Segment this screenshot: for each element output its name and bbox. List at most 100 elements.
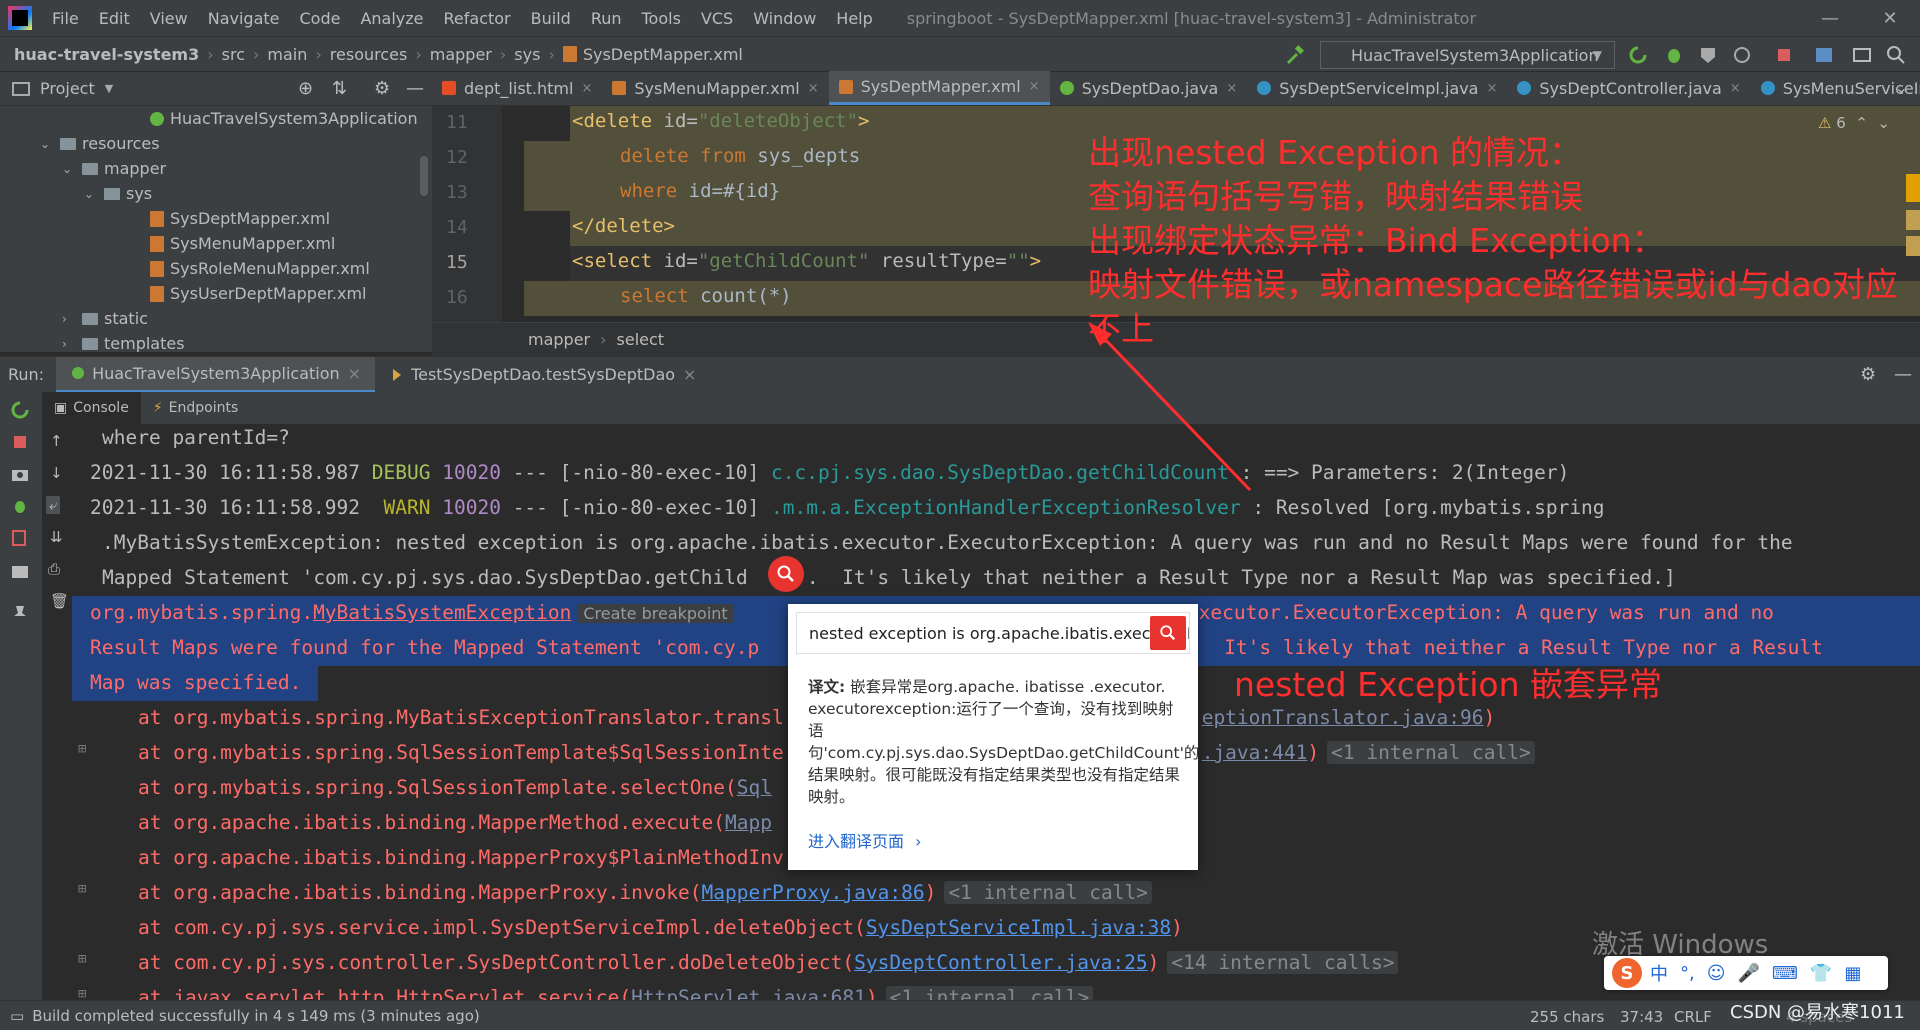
profile-icon[interactable] bbox=[1732, 45, 1752, 65]
console-tab[interactable]: ▣ Console bbox=[42, 392, 141, 424]
menu-tools[interactable]: Tools bbox=[632, 9, 691, 28]
ime-chinese-mode[interactable]: 中 bbox=[1650, 960, 1668, 986]
run-tab-app[interactable]: HuacTravelSystem3Application × bbox=[56, 356, 376, 393]
tree-scrollbar[interactable] bbox=[420, 156, 428, 196]
expand-icon[interactable]: ⊞ bbox=[78, 951, 86, 967]
soft-wrap-icon[interactable]: ⤶ bbox=[46, 496, 61, 514]
breadcrumb-file[interactable]: SysDeptMapper.xml bbox=[583, 45, 743, 64]
line-separator[interactable]: CRLF bbox=[1674, 1008, 1712, 1026]
stop-icon[interactable] bbox=[10, 432, 30, 452]
close-icon[interactable]: × bbox=[1486, 81, 1497, 96]
editor-tab[interactable]: dept_list.html × bbox=[432, 71, 602, 105]
menu-code[interactable]: Code bbox=[290, 9, 351, 28]
tree-item[interactable]: SysDeptMapper.xml bbox=[150, 206, 330, 231]
endpoints-tab[interactable]: ⚡ Endpoints bbox=[141, 392, 250, 424]
rerun-icon[interactable] bbox=[10, 400, 30, 420]
chevron-right-icon[interactable]: › bbox=[62, 337, 76, 351]
expand-icon[interactable]: ⊞ bbox=[78, 986, 86, 1000]
cursor-position[interactable]: 37:43 bbox=[1620, 1008, 1663, 1026]
close-icon[interactable]: × bbox=[1226, 81, 1237, 96]
run-configuration-selector[interactable]: HuacTravelSystem3Application ▼ bbox=[1320, 41, 1615, 69]
minimize-button[interactable]: — bbox=[1800, 0, 1860, 36]
editor-tab[interactable]: SysDeptMapper.xml × bbox=[828, 71, 1050, 105]
tree-item[interactable]: › templates bbox=[62, 331, 185, 352]
tree-item[interactable]: SysRoleMenuMapper.xml bbox=[150, 256, 370, 281]
locate-icon[interactable]: ⊕ bbox=[298, 78, 313, 99]
sogou-logo[interactable]: S bbox=[1612, 958, 1642, 988]
hide-panel-icon[interactable]: — bbox=[406, 78, 424, 99]
tree-item[interactable]: › static bbox=[62, 306, 148, 331]
camera-icon[interactable] bbox=[10, 464, 30, 484]
ime-keyboard-icon[interactable]: ⌨ bbox=[1772, 963, 1798, 984]
create-breakpoint-hint[interactable]: Create breakpoint bbox=[577, 604, 734, 623]
build-status[interactable]: Build completed successfully in 4 s 149 … bbox=[32, 1007, 480, 1025]
chevron-down-icon[interactable]: ⌄ bbox=[40, 137, 54, 151]
chevron-down-icon[interactable]: ▼ bbox=[105, 82, 113, 95]
tree-item[interactable]: ⌄ resources bbox=[40, 131, 160, 156]
menu-edit[interactable]: Edit bbox=[89, 9, 140, 28]
project-title[interactable]: Project bbox=[40, 79, 95, 98]
internal-calls-chip[interactable]: <14 internal calls> bbox=[1167, 951, 1399, 974]
translate-search-button[interactable] bbox=[768, 556, 804, 592]
close-icon[interactable]: × bbox=[808, 81, 819, 96]
source-link[interactable]: eptionTranslator.java:96 bbox=[1202, 706, 1484, 729]
editor-tab[interactable]: SysDeptDao.java × bbox=[1050, 71, 1248, 105]
source-link[interactable]: SysDeptController.java:25 bbox=[854, 951, 1148, 974]
open-translation-page-link[interactable]: 进入翻译页面 › bbox=[808, 828, 922, 852]
chevron-down-icon[interactable]: ⌄ bbox=[62, 162, 76, 176]
internal-calls-chip[interactable]: <1 internal call> bbox=[1327, 741, 1535, 764]
gear-icon[interactable]: ⚙ bbox=[374, 78, 390, 99]
close-button[interactable]: ✕ bbox=[1860, 0, 1920, 36]
ime-menu-icon[interactable]: ▦ bbox=[1844, 963, 1861, 984]
close-icon[interactable]: × bbox=[1029, 79, 1040, 94]
scroll-to-end-icon[interactable]: ⇊ bbox=[50, 528, 63, 546]
close-icon[interactable]: × bbox=[348, 364, 361, 383]
breadcrumb-src[interactable]: src bbox=[222, 45, 245, 64]
warnings-indicator[interactable]: ⚠ 6 ⌃ ⌄ bbox=[1818, 114, 1890, 132]
close-icon[interactable]: × bbox=[1730, 81, 1741, 96]
rerun-icon[interactable] bbox=[1628, 45, 1648, 65]
internal-calls-chip[interactable]: <1 internal call> bbox=[885, 986, 1094, 1000]
editor-tab[interactable]: SysDeptController.java × bbox=[1507, 71, 1750, 105]
source-link[interactable]: HttpServlet.java:681 bbox=[631, 986, 866, 1000]
editor-tab[interactable]: SysMenuMapper.xml × bbox=[602, 71, 828, 105]
arrow-down-icon[interactable]: ↓ bbox=[50, 464, 63, 482]
editor-tab[interactable]: SysDeptServiceImpl.java × bbox=[1247, 71, 1507, 105]
breadcrumb-mapper-tag[interactable]: mapper bbox=[528, 330, 590, 349]
coverage-icon[interactable] bbox=[1698, 45, 1718, 65]
search-everywhere-icon[interactable] bbox=[1886, 45, 1906, 65]
internal-calls-chip[interactable]: <1 internal call> bbox=[944, 881, 1152, 904]
breadcrumb-main[interactable]: main bbox=[267, 45, 307, 64]
menu-refactor[interactable]: Refactor bbox=[434, 9, 521, 28]
breadcrumb-project[interactable]: huac-travel-system3 bbox=[14, 45, 199, 64]
menu-run[interactable]: Run bbox=[581, 9, 632, 28]
tree-item[interactable]: SysUserDeptMapper.xml bbox=[150, 281, 366, 306]
exception-link[interactable]: MyBatisSystemException bbox=[313, 601, 571, 624]
run-tab-test[interactable]: TestSysDeptDao.testSysDeptDao × bbox=[375, 357, 710, 393]
ime-punctuation[interactable]: °, bbox=[1680, 963, 1695, 984]
menu-build[interactable]: Build bbox=[521, 9, 581, 28]
hide-panel-icon[interactable]: — bbox=[1894, 364, 1912, 385]
layout-icon[interactable] bbox=[1852, 45, 1872, 65]
ime-skin-icon[interactable]: 👕 bbox=[1810, 963, 1832, 984]
tree-item[interactable]: HuacTravelSystem3Application bbox=[150, 106, 418, 131]
project-structure-icon[interactable] bbox=[1814, 45, 1834, 65]
expand-icon[interactable]: ⊞ bbox=[78, 741, 86, 757]
tree-item[interactable]: ⌄ sys bbox=[84, 181, 152, 206]
pin-icon[interactable] bbox=[10, 604, 30, 624]
expand-icon[interactable]: ⊞ bbox=[78, 881, 86, 897]
build-hammer-icon[interactable] bbox=[1284, 45, 1304, 65]
tree-item[interactable]: SysMenuMapper.xml bbox=[150, 231, 335, 256]
gear-icon[interactable]: ⚙ bbox=[1860, 364, 1876, 385]
debug-icon[interactable] bbox=[1664, 45, 1684, 65]
breadcrumb-mapper[interactable]: mapper bbox=[430, 45, 492, 64]
ime-voice-icon[interactable]: 🎤 bbox=[1738, 963, 1760, 984]
source-link[interactable]: MapperProxy.java:86 bbox=[702, 881, 925, 904]
menu-window[interactable]: Window bbox=[743, 9, 826, 28]
chevron-down-icon[interactable]: ⌄ bbox=[84, 187, 98, 201]
debug-bug-icon[interactable] bbox=[10, 496, 30, 516]
ime-emoji-icon[interactable]: ☺ bbox=[1707, 963, 1726, 984]
source-link[interactable]: SysDeptServiceImpl.java:38 bbox=[866, 916, 1171, 939]
breadcrumb-select-tag[interactable]: select bbox=[617, 330, 665, 349]
source-link[interactable]: Sql bbox=[737, 776, 772, 799]
